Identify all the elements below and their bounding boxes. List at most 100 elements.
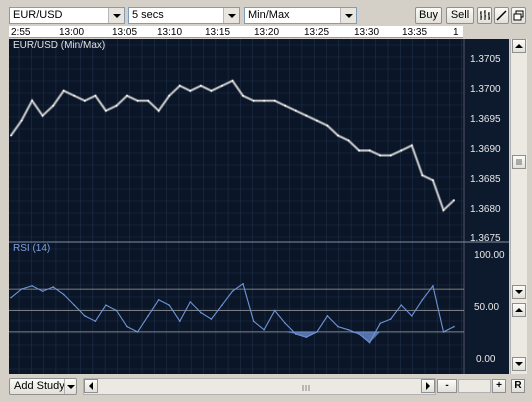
rsi-point: [337, 325, 339, 328]
symbol-value: EUR/USD: [13, 9, 63, 21]
interval-select[interactable]: 5 secs: [128, 7, 240, 24]
chevron-down-icon[interactable]: [223, 8, 239, 23]
price-point: [83, 99, 86, 102]
rsi-point: [41, 290, 44, 293]
price-tick: 1.3680: [470, 204, 501, 215]
price-tick: 1.3695: [470, 114, 501, 125]
rsi-point: [273, 309, 276, 312]
price-point: [94, 94, 97, 97]
horizontal-scrollbar[interactable]: [83, 378, 436, 395]
chevron-down-icon[interactable]: [108, 8, 124, 23]
time-tick: 1: [453, 27, 459, 38]
zoom-out-button[interactable]: -: [437, 379, 457, 393]
price-tick: 1.3685: [470, 174, 501, 185]
rsi-point: [379, 322, 381, 325]
symbol-select[interactable]: EUR/USD: [9, 7, 125, 24]
time-axis: 2:55 13:00 13:05 13:10 13:15 13:20 13:25…: [9, 26, 463, 38]
rsi-point: [421, 299, 424, 301]
reset-button[interactable]: R: [511, 379, 525, 393]
rsi-point: [126, 325, 128, 328]
price-point: [115, 104, 118, 107]
rsi-point: [368, 341, 371, 344]
price-point: [136, 99, 139, 102]
arrow-up-icon: [515, 44, 523, 48]
price-point: [368, 149, 371, 152]
draw-line-button[interactable]: [494, 7, 509, 24]
chart-style-select[interactable]: Min/Max: [244, 7, 357, 24]
price-point: [358, 149, 360, 152]
rsi-scroll-up-button[interactable]: [512, 303, 526, 317]
price-point: [10, 134, 12, 137]
rsi-point: [31, 285, 33, 287]
time-tick: 13:25: [304, 27, 330, 38]
price-point: [105, 109, 107, 112]
rsi-point: [189, 301, 192, 303]
rsi-point: [147, 315, 149, 317]
price-point: [263, 99, 266, 102]
price-tick: 1.3675: [470, 233, 501, 244]
chart-type-button[interactable]: [477, 7, 492, 24]
scroll-up-button[interactable]: [512, 39, 526, 53]
price-point: [221, 84, 223, 87]
scroll-left-button[interactable]: [84, 379, 98, 393]
rsi-scroll-down-button[interactable]: [512, 357, 526, 371]
price-point: [157, 109, 160, 112]
scroll-down-button[interactable]: [512, 285, 526, 299]
rsi-point: [210, 318, 213, 320]
scroll-thumb[interactable]: [512, 155, 526, 169]
zoom-slider[interactable]: [458, 379, 491, 393]
chart-canvas[interactable]: [9, 39, 509, 374]
arrow-down-icon: [515, 290, 523, 294]
add-study-button[interactable]: Add Study: [9, 378, 77, 395]
rsi-point: [316, 331, 318, 333]
buy-button[interactable]: Buy: [415, 7, 442, 24]
rsi-point: [73, 304, 76, 306]
price-tick: 1.3705: [470, 54, 501, 65]
price-point: [326, 124, 329, 127]
add-study-label: Add Study: [14, 380, 65, 392]
sell-button[interactable]: Sell: [446, 7, 474, 24]
rsi-point: [136, 331, 139, 333]
price-point: [432, 179, 434, 182]
arrow-up-icon: [515, 308, 523, 312]
rsi-point: [284, 322, 287, 325]
bar-chart-icon: [480, 10, 490, 20]
price-point: [31, 99, 33, 102]
time-tick: 13:05: [112, 27, 138, 38]
price-point: [453, 199, 455, 202]
price-point: [210, 89, 213, 92]
rsi-point: [411, 315, 413, 317]
arrow-left-icon: [89, 382, 93, 390]
rsi-point: [294, 333, 297, 335]
detach-button[interactable]: [511, 7, 526, 24]
chevron-down-icon[interactable]: [340, 8, 356, 23]
rsi-point: [115, 309, 118, 312]
price-point: [442, 209, 445, 212]
price-point: [337, 134, 339, 137]
price-point: [347, 139, 350, 142]
price-point: [189, 89, 192, 92]
rsi-point: [305, 336, 308, 339]
vertical-scrollbar[interactable]: [510, 39, 527, 374]
time-tick: 13:00: [59, 27, 85, 38]
rsi-tick: 50.00: [474, 302, 500, 313]
rsi-point: [10, 296, 12, 299]
rsi-point: [168, 304, 171, 306]
price-point: [284, 104, 287, 107]
arrow-down-icon: [515, 362, 523, 366]
scroll-right-button[interactable]: [421, 379, 435, 393]
zoom-in-button[interactable]: +: [492, 379, 506, 393]
rsi-point: [62, 293, 65, 296]
rsi-point: [231, 290, 234, 293]
interval-value: 5 secs: [132, 9, 164, 21]
rsi-tick: 100.00: [474, 250, 505, 261]
rsi-point: [389, 318, 392, 320]
time-tick: 13:10: [157, 27, 183, 38]
chevron-down-icon[interactable]: [64, 379, 76, 394]
price-point: [410, 144, 413, 147]
price-point: [315, 119, 318, 122]
scroll-thumb-grip[interactable]: [300, 383, 312, 391]
rsi-point: [200, 311, 202, 314]
grip-icon: [516, 159, 522, 165]
price-tick: 1.3690: [470, 144, 501, 155]
